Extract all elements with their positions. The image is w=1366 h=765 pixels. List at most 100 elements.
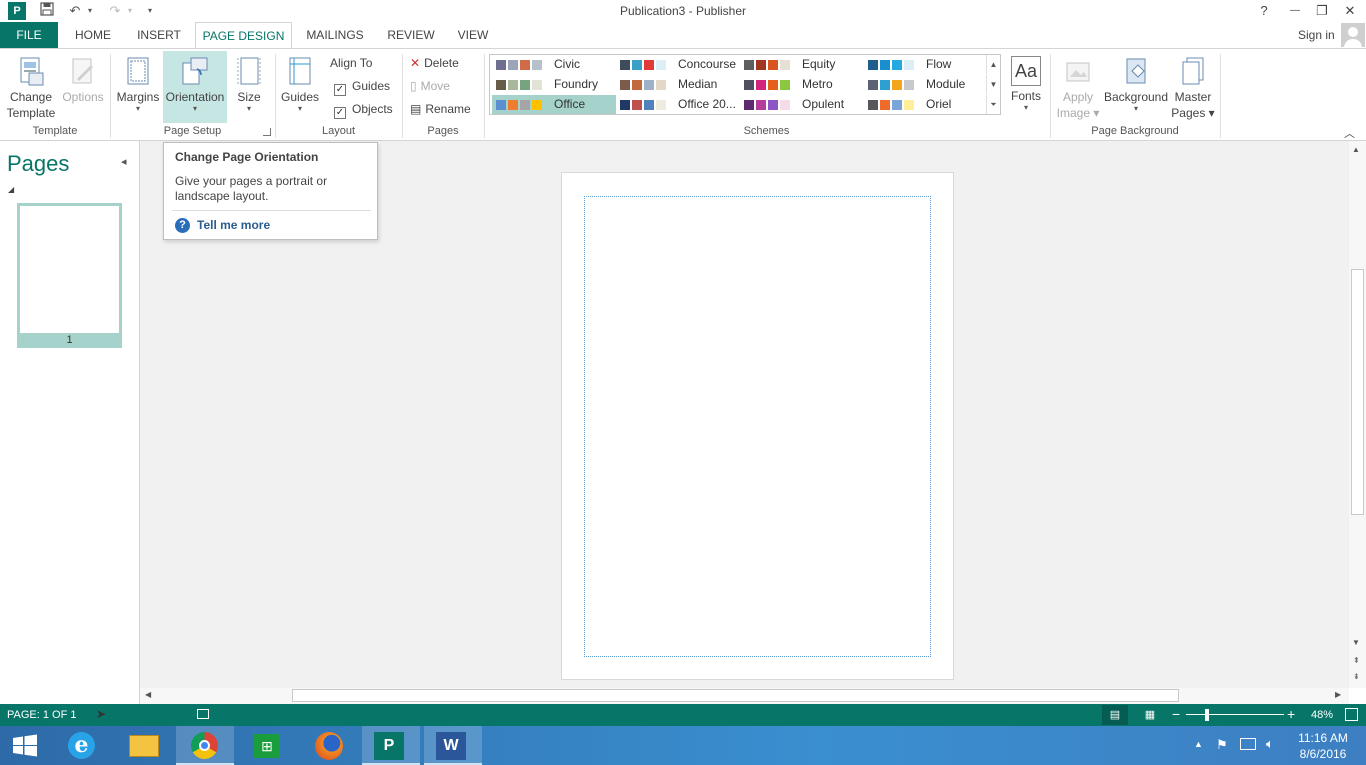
color-swatch — [892, 60, 902, 70]
page-setup-dialog-launcher-icon[interactable] — [263, 128, 271, 136]
color-swatch — [868, 60, 878, 70]
group-label-page-background: Page Background — [1091, 125, 1179, 137]
volume-icon[interactable]: 🔈︎ — [1266, 736, 1274, 752]
tab-home[interactable]: HOME — [68, 22, 118, 48]
color-scheme-name: Flow — [926, 57, 952, 71]
tab-file[interactable]: FILE — [0, 22, 58, 48]
object-position-icon[interactable] — [197, 709, 209, 719]
delete-icon: ✕ — [410, 56, 421, 70]
sign-in-link[interactable]: Sign in — [1298, 28, 1335, 42]
scroll-down-icon[interactable]: ▼ — [1352, 638, 1360, 647]
margins-button[interactable]: Margins ▾ — [114, 51, 162, 123]
help-button[interactable]: ? — [1250, 0, 1278, 22]
user-avatar-icon[interactable] — [1341, 23, 1365, 47]
horizontal-scrollbar[interactable]: ◀ ▶ — [140, 688, 1349, 704]
section-expand-icon[interactable]: ◢ — [8, 185, 14, 194]
file-explorer-taskbar-icon[interactable] — [114, 726, 172, 765]
mouse-cursor-icon: ➤ — [96, 707, 107, 721]
color-swatch — [644, 80, 654, 90]
delete-page-button[interactable]: ✕ Delete — [410, 53, 459, 73]
collapse-ribbon-icon[interactable]: ︿ — [1344, 125, 1355, 141]
orientation-button[interactable]: Orientation ▾ — [163, 51, 227, 123]
firefox-taskbar-icon[interactable] — [300, 726, 358, 765]
publisher-taskbar-icon[interactable]: P — [362, 726, 420, 765]
publication-page[interactable] — [561, 172, 954, 680]
color-swatch — [880, 100, 890, 110]
network-icon[interactable] — [1240, 738, 1256, 750]
internet-explorer-taskbar-icon[interactable]: e — [52, 726, 110, 765]
vertical-scroll-thumb[interactable] — [1351, 269, 1364, 515]
zoom-level[interactable]: 48% — [1311, 709, 1333, 721]
gallery-more-icon[interactable]: ⏷ — [986, 95, 1000, 114]
minimize-button[interactable]: — — [1281, 0, 1309, 22]
group-label-page-setup: Page Setup — [163, 125, 222, 137]
clock-date[interactable]: 8/6/2016 — [1288, 747, 1358, 761]
start-button[interactable] — [0, 726, 50, 765]
size-button[interactable]: Size ▾ — [230, 51, 268, 123]
tell-me-more-link[interactable]: Tell me more — [197, 218, 270, 232]
clock-time[interactable]: 11:16 AM — [1288, 731, 1358, 745]
color-swatch — [620, 60, 630, 70]
scroll-up-icon[interactable]: ▲ — [1352, 145, 1360, 154]
tab-page-design[interactable]: PAGE DESIGN — [195, 22, 292, 49]
horizontal-scroll-thumb[interactable] — [292, 689, 1179, 702]
objects-checkbox[interactable]: ✓ Objects — [334, 99, 393, 119]
rename-page-button[interactable]: ▤ Rename — [410, 99, 471, 119]
color-swatch — [656, 100, 666, 110]
previous-page-icon[interactable]: ⇞ — [1353, 656, 1360, 665]
vertical-scrollbar[interactable]: ▲ ▼ ⇞ ⇟ — [1349, 141, 1366, 688]
fonts-button[interactable]: Aa Fonts ▾ — [1006, 51, 1046, 123]
chevron-down-icon: ▾ — [1023, 103, 1028, 112]
collapse-pane-icon[interactable]: ◂ — [121, 155, 127, 168]
master-pages-button[interactable]: Master Pages ▾ — [1170, 51, 1216, 123]
color-scheme-item[interactable]: Office — [492, 95, 616, 114]
change-template-button[interactable]: Change Template — [4, 51, 58, 123]
gallery-scroll-down-icon[interactable]: ▼ — [986, 75, 1000, 94]
gallery-scroll-up-icon[interactable]: ▲ — [986, 55, 1000, 74]
zoom-slider-handle[interactable] — [1205, 709, 1209, 721]
color-scheme-item[interactable]: Equity — [740, 55, 864, 74]
tab-mailings[interactable]: MAILINGS — [300, 22, 370, 48]
guides-checkbox[interactable]: ✓ Guides — [334, 76, 390, 96]
color-scheme-item[interactable]: Foundry — [492, 75, 616, 94]
scroll-left-icon[interactable]: ◀ — [145, 690, 151, 699]
restore-button[interactable]: ❐ — [1308, 0, 1336, 22]
windows-logo-icon — [13, 734, 37, 757]
guides-button[interactable]: Guides ▾ — [279, 51, 321, 123]
change-template-icon — [15, 55, 47, 87]
background-button[interactable]: Background ▾ — [1102, 51, 1170, 123]
fit-page-icon[interactable] — [1345, 708, 1358, 721]
page-indicator[interactable]: PAGE: 1 OF 1 — [7, 709, 77, 721]
page-thumbnail[interactable]: 1 — [17, 203, 122, 348]
color-scheme-item[interactable]: Median — [616, 75, 740, 94]
color-scheme-name: Metro — [802, 77, 833, 91]
action-center-flag-icon[interactable]: ⚑ — [1216, 737, 1228, 753]
word-taskbar-icon[interactable]: W — [424, 726, 482, 765]
tab-view[interactable]: VIEW — [450, 22, 496, 48]
color-scheme-item[interactable]: Flow — [864, 55, 988, 74]
color-scheme-item[interactable]: Concourse — [616, 55, 740, 74]
single-page-view-icon[interactable]: ▤ — [1102, 705, 1128, 725]
margin-guides — [584, 196, 931, 657]
store-taskbar-icon[interactable]: ⊞ — [238, 726, 296, 765]
two-page-view-icon[interactable]: ▦ — [1140, 705, 1160, 725]
color-swatch — [744, 60, 754, 70]
color-scheme-item[interactable]: Civic — [492, 55, 616, 74]
page-thumbnail-image — [20, 206, 119, 333]
color-scheme-item[interactable]: Metro — [740, 75, 864, 94]
zoom-out-button[interactable]: − — [1172, 706, 1180, 722]
show-hidden-icons-button[interactable]: ▲ — [1194, 739, 1203, 749]
close-button[interactable]: ✕ — [1336, 0, 1364, 22]
color-scheme-item[interactable]: Oriel — [864, 95, 988, 114]
next-page-icon[interactable]: ⇟ — [1353, 672, 1360, 681]
zoom-slider[interactable] — [1186, 714, 1284, 715]
color-scheme-item[interactable]: Module — [864, 75, 988, 94]
color-scheme-name: Median — [678, 77, 718, 91]
color-scheme-item[interactable]: Opulent — [740, 95, 864, 114]
scroll-right-icon[interactable]: ▶ — [1335, 690, 1341, 699]
tab-insert[interactable]: INSERT — [130, 22, 188, 48]
color-scheme-item[interactable]: Office 20... — [616, 95, 740, 114]
tab-review[interactable]: REVIEW — [380, 22, 442, 48]
zoom-in-button[interactable]: + — [1287, 706, 1295, 722]
chrome-taskbar-icon[interactable] — [176, 726, 234, 765]
